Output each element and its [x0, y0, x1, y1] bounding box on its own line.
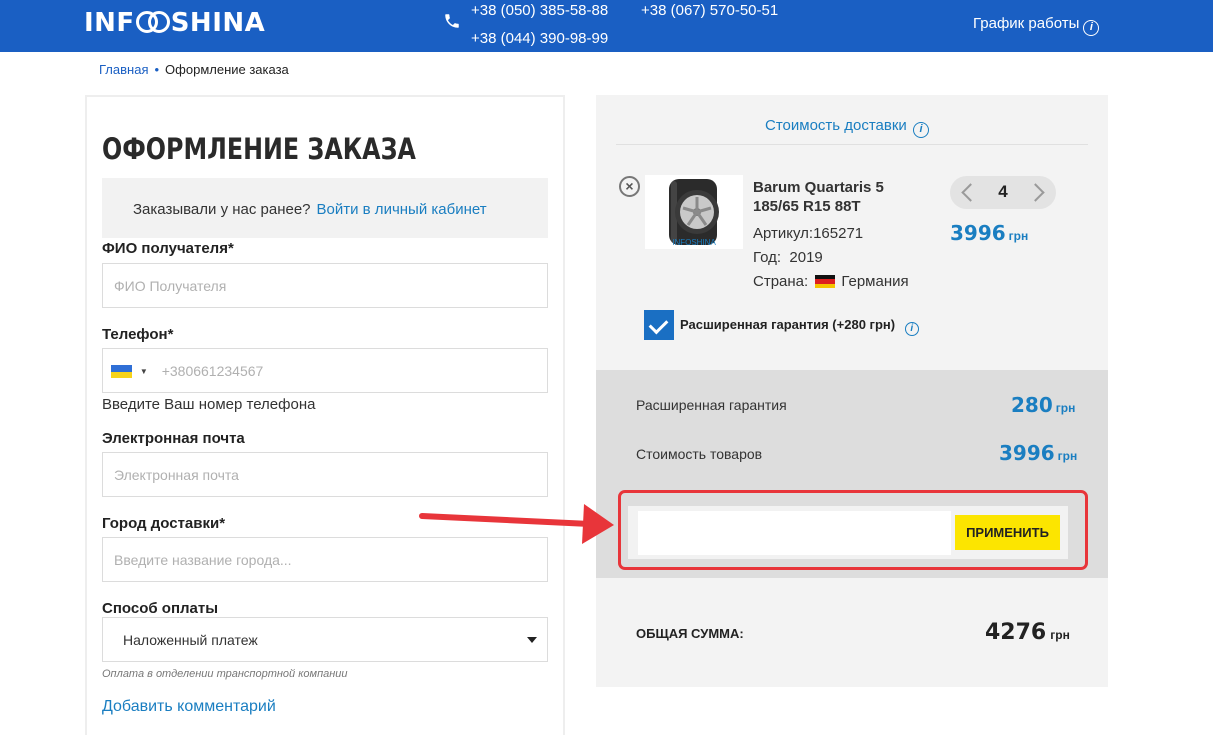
germany-flag-icon	[815, 275, 836, 288]
product-country-value: Германия	[841, 273, 909, 290]
phone-placeholder: +380661234567	[161, 363, 264, 379]
email-placeholder: Электронная почта	[114, 467, 239, 483]
phone-number-3[interactable]: +38 (044) 390-98-99	[471, 30, 608, 47]
summary-goods-value: 3996	[999, 441, 1055, 465]
phone-number-1[interactable]: +38 (050) 385-58-88	[471, 2, 608, 19]
warranty-checkbox[interactable]	[644, 310, 674, 340]
divider	[616, 144, 1088, 145]
product-name[interactable]: Barum Quartaris 5 185/65 R15 88T	[753, 178, 884, 216]
name-label: ФИО получателя*	[102, 240, 234, 257]
phone-icon	[445, 14, 459, 28]
product-year-value: 2019	[789, 249, 823, 266]
breadcrumb: Главная • Оформление заказа	[99, 62, 289, 77]
product-price-value: 3996	[950, 221, 1006, 245]
quantity-stepper[interactable]: 4	[950, 176, 1056, 209]
name-field[interactable]: ФИО Получателя	[102, 263, 548, 308]
ukraine-flag-icon[interactable]	[111, 365, 132, 378]
payment-note: Оплата в отделении транспортной компании	[102, 668, 348, 680]
product-size: 185/65 R15 88T	[753, 198, 861, 215]
product-country: Страна: Германия	[753, 273, 909, 290]
phone-number-2[interactable]: +38 (067) 570-50-51	[641, 2, 778, 19]
schedule-link[interactable]: График работы i	[973, 15, 1100, 36]
total-value: 4276	[985, 620, 1047, 645]
name-placeholder: ФИО Получателя	[114, 278, 227, 294]
product-model: Barum Quartaris 5	[753, 179, 884, 196]
summary-warranty-value: 280	[1011, 393, 1053, 417]
info-icon: i	[912, 122, 929, 138]
site-header: INF SHINA +38 (050) 385-58-88 +38 (067) 5…	[0, 0, 1213, 52]
image-watermark: INFOSHINA	[672, 238, 716, 247]
summary-warranty-label: Расширенная гарантия	[636, 397, 787, 413]
logo-text-start: INF	[84, 8, 135, 38]
summary-goods-label: Стоимость товаров	[636, 446, 763, 462]
city-placeholder: Введите название города...	[114, 552, 292, 568]
product-article: Артикул:165271	[753, 225, 864, 242]
login-link[interactable]: Войти в личный кабинет	[317, 201, 487, 218]
payment-label: Способ оплаты	[102, 600, 219, 617]
product-year: Год: 2019	[753, 249, 823, 266]
product-price: 3996 грн	[950, 221, 1028, 245]
currency: грн	[1057, 449, 1078, 463]
product-year-label: Год:	[753, 249, 782, 266]
infoshina-logo[interactable]: INF SHINA	[84, 8, 265, 38]
currency: грн	[1050, 628, 1070, 642]
email-field[interactable]: Электронная почта	[102, 452, 548, 497]
summary-goods-price: 3996 грн	[999, 441, 1077, 465]
currency: грн	[1055, 401, 1076, 415]
breadcrumb-current: Оформление заказа	[165, 62, 289, 77]
phone-label: Телефон*	[102, 326, 174, 343]
chevron-down-icon	[527, 637, 537, 643]
product-image[interactable]: INFOSHINA	[645, 175, 743, 249]
schedule-label: График работы	[973, 15, 1080, 32]
city-label: Город доставки*	[102, 515, 226, 532]
currency: грн	[1008, 229, 1029, 243]
annotation-arrow-icon	[419, 504, 614, 544]
info-icon[interactable]: i	[904, 322, 919, 336]
payment-select[interactable]: Наложенный платеж	[102, 617, 548, 662]
delivery-cost-label: Стоимость доставки	[765, 117, 907, 134]
logo-rings-icon	[135, 11, 170, 33]
login-prompt-box: Заказывали у нас ранее? Войти в личный ка…	[102, 178, 548, 238]
breadcrumb-home-link[interactable]: Главная	[99, 62, 148, 77]
email-label: Электронная почта	[102, 430, 245, 447]
highlight-frame	[618, 490, 1088, 570]
summary-warranty-price: 280 грн	[1011, 393, 1075, 417]
delivery-cost-link[interactable]: Стоимость доставки i	[765, 117, 929, 138]
login-prompt-text: Заказывали у нас ранее?	[133, 201, 311, 218]
total-label: ОБЩАЯ СУММА:	[636, 626, 744, 641]
breadcrumb-separator: •	[154, 62, 160, 77]
phone-field[interactable]: ▼ +380661234567	[102, 348, 548, 393]
add-comment-link[interactable]: Добавить комментарий	[102, 698, 276, 716]
phone-hint: Введите Ваш номер телефона	[102, 396, 316, 413]
remove-item-button[interactable]: ×	[619, 176, 640, 197]
logo-text-end: SHINA	[170, 8, 266, 38]
payment-value: Наложенный платеж	[123, 632, 258, 648]
tire-icon: INFOSHINA	[669, 179, 719, 247]
product-country-label: Страна:	[753, 273, 809, 290]
info-icon: i	[1083, 20, 1100, 36]
warranty-option-text: Расширенная гарантия (+280 грн)	[680, 317, 896, 332]
total-amount: 4276 грн	[985, 620, 1070, 645]
warranty-option-label: Расширенная гарантия (+280 грн) i	[680, 317, 919, 336]
country-dropdown-icon[interactable]: ▼	[140, 367, 148, 376]
page-title: ОФОРМЛЕНИЕ ЗАКАЗА	[102, 132, 416, 166]
